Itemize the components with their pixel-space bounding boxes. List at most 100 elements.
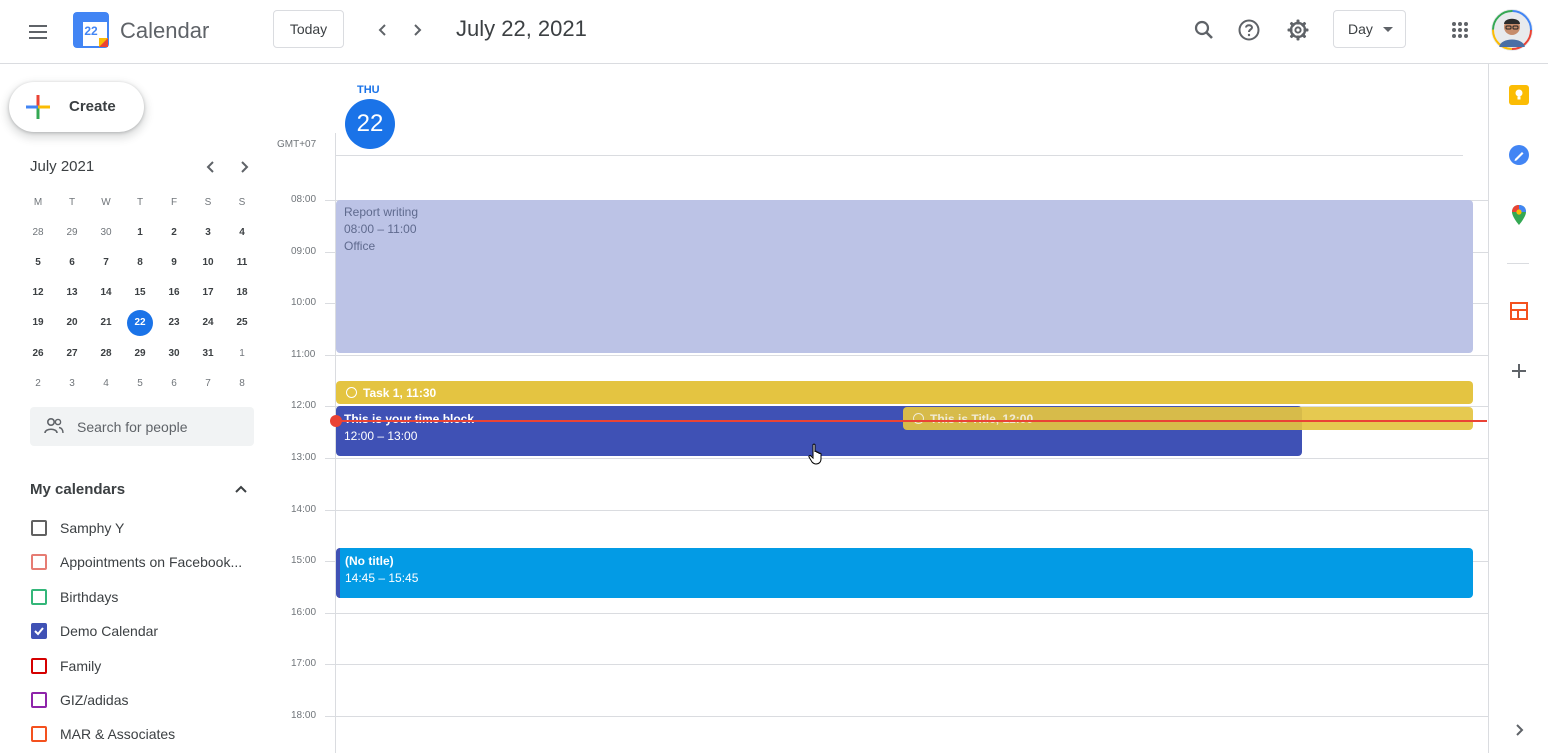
mini-calendar-day[interactable]: 25 [225,308,259,338]
event-title: Report writing [344,205,419,219]
mini-calendar-day[interactable]: 12 [21,278,55,308]
mini-calendar-day[interactable]: 14 [89,278,123,308]
mini-calendar-day[interactable]: 19 [21,308,55,338]
task-1[interactable]: Task 1, 11:30 [336,381,1473,404]
view-switcher-label: Day [1348,21,1373,37]
mini-calendar-day[interactable]: 5 [21,247,55,277]
hour-label: 11:00 [291,349,316,360]
maps-icon[interactable] [1506,202,1532,228]
hand-cursor-icon [808,443,822,465]
calendar-logo[interactable]: 22 [73,12,109,48]
task-this-is-title[interactable]: This is Title, 12:00 [903,407,1473,430]
mini-calendar-day[interactable]: 7 [89,247,123,277]
mini-calendar-day[interactable]: 7 [191,368,225,398]
mini-calendar-next-icon[interactable] [233,156,255,178]
mini-calendar-day[interactable]: 3 [55,368,89,398]
mini-calendar-day[interactable]: 13 [55,278,89,308]
event-report-writing[interactable]: Report writing 08:00 – 11:00 Office [336,200,1473,353]
mini-calendar-day[interactable]: 3 [191,217,225,247]
mini-calendar-day-header: F [170,196,178,208]
mini-calendar-day[interactable]: 29 [55,217,89,247]
keep-icon[interactable] [1506,82,1532,108]
mini-calendar-day[interactable]: 4 [225,217,259,247]
mini-calendar-day[interactable]: 5 [123,368,157,398]
mini-calendar-day[interactable]: 2 [157,217,191,247]
mini-calendar-day[interactable]: 20 [55,308,89,338]
calendar-item[interactable]: Appointments on Facebook... [30,551,265,577]
event-no-title[interactable]: (No title) 14:45 – 15:45 [336,548,1473,598]
event-time: 08:00 – 11:00 [344,222,417,236]
mini-calendar-day[interactable]: 24 [191,308,225,338]
hour-gridline [325,716,1488,717]
day-number-badge[interactable]: 22 [345,99,395,149]
mini-calendar-day[interactable]: 4 [89,368,123,398]
mini-calendar-day[interactable]: 26 [21,338,55,368]
today-button[interactable]: Today [273,10,344,48]
account-avatar[interactable] [1491,9,1533,51]
svg-text:22: 22 [84,24,98,38]
checkbox-unchecked-icon[interactable] [31,554,47,571]
mini-calendar-day[interactable]: 1 [225,338,259,368]
search-people-placeholder: Search for people [77,419,188,435]
mini-calendar-selected-day[interactable]: 22 [123,308,157,338]
create-button[interactable]: Create [9,82,144,132]
mini-calendar-day[interactable]: 8 [225,368,259,398]
calendar-item[interactable]: MAR & Associates [30,723,265,749]
mini-calendar-day[interactable]: 8 [123,247,157,277]
mini-calendar-day[interactable]: 9 [157,247,191,277]
mini-calendar-day[interactable]: 28 [21,217,55,247]
calendar-item[interactable]: Birthdays [30,586,265,612]
tasks-icon[interactable] [1506,142,1532,168]
all-day-divider [335,155,1463,156]
calendar-item[interactable]: Demo Calendar [30,620,265,646]
mini-calendar-day[interactable]: 18 [225,278,259,308]
mini-calendar-day[interactable]: 31 [191,338,225,368]
event-location: Office [344,239,376,253]
hour-label: 14:00 [291,504,317,515]
calendar-item[interactable]: Samphy Y [30,517,265,543]
next-day-icon[interactable] [403,16,431,44]
settings-gear-icon[interactable] [1282,14,1314,46]
expand-icon[interactable] [1506,717,1532,743]
checkbox-unchecked-icon[interactable] [31,692,47,708]
google-apps-icon[interactable] [1444,14,1476,46]
add-icon[interactable] [1506,358,1532,384]
mini-calendar-day[interactable]: 30 [89,217,123,247]
mini-calendar-day[interactable]: 16 [157,278,191,308]
mini-calendar-day[interactable]: 29 [123,338,157,368]
mini-calendar-day[interactable]: 1 [123,217,157,247]
hour-label: 08:00 [291,194,317,205]
checkbox-unchecked-icon[interactable] [31,657,47,674]
mini-calendar-day-header: S [238,196,246,208]
mini-calendar-day[interactable]: 27 [55,338,89,368]
mini-calendar-day[interactable]: 15 [123,278,157,308]
mini-calendar-day[interactable]: 28 [89,338,123,368]
mini-calendar-day[interactable]: 11 [225,247,259,277]
calendar-item[interactable]: GIZ/adidas [30,689,265,715]
checkbox-unchecked-icon[interactable] [31,520,47,536]
search-icon[interactable] [1188,14,1220,46]
mini-calendar-day[interactable]: 6 [157,368,191,398]
hour-label: 17:00 [291,658,317,669]
chevron-up-icon[interactable] [230,478,252,500]
mini-calendar-day[interactable]: 21 [89,308,123,338]
task-check-icon [913,413,924,424]
checkbox-checked-icon[interactable] [31,623,47,640]
previous-day-icon[interactable] [369,16,397,44]
calendar-item[interactable]: Family [30,655,265,681]
mini-calendar-day[interactable]: 6 [55,247,89,277]
help-icon[interactable] [1233,14,1265,46]
view-switcher-dropdown[interactable]: Day [1333,10,1406,48]
checkbox-unchecked-icon[interactable] [31,726,47,743]
mini-calendar-day[interactable]: 30 [157,338,191,368]
mini-calendar-day[interactable]: 2 [21,368,55,398]
checkbox-unchecked-icon[interactable] [31,588,47,605]
mini-calendar-day[interactable]: 23 [157,308,191,338]
mini-calendar-day[interactable]: 17 [191,278,225,308]
add-on-icon[interactable] [1506,298,1532,324]
search-people-input[interactable]: Search for people [30,407,254,446]
mini-calendar-prev-icon[interactable] [200,156,222,178]
main-menu-icon[interactable] [24,18,52,46]
mini-calendar-day[interactable]: 10 [191,247,225,277]
hour-label: 10:00 [291,297,317,308]
